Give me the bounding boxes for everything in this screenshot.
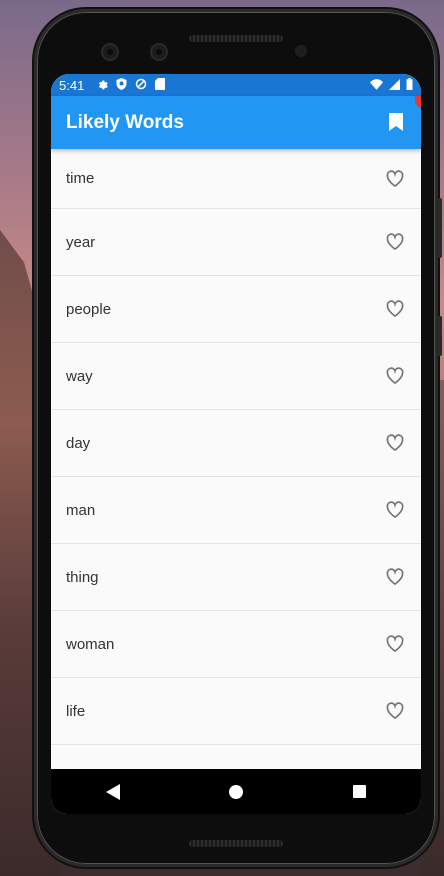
word-label: year bbox=[66, 233, 96, 251]
heart-outline-icon[interactable] bbox=[385, 366, 405, 386]
word-label: time bbox=[66, 170, 95, 187]
heart-outline-icon[interactable] bbox=[385, 567, 405, 587]
power-button bbox=[437, 316, 442, 356]
status-time: 5:41 bbox=[59, 77, 85, 93]
settings-icon bbox=[96, 78, 109, 93]
sd-card-icon bbox=[155, 77, 166, 93]
status-right-icons bbox=[370, 77, 413, 93]
navigation-bar bbox=[51, 769, 421, 814]
heart-outline-icon[interactable] bbox=[385, 232, 405, 252]
home-icon[interactable] bbox=[226, 782, 246, 802]
app-title: Likely Words bbox=[66, 111, 184, 133]
list-item[interactable]: life bbox=[51, 678, 421, 745]
proximity-sensor bbox=[295, 45, 307, 57]
list-item[interactable]: time bbox=[51, 149, 421, 209]
heart-outline-icon[interactable] bbox=[385, 169, 405, 189]
recents-icon[interactable] bbox=[349, 782, 369, 802]
word-list: time year people way day man thing woman… bbox=[51, 149, 421, 769]
bookmark-icon[interactable] bbox=[389, 112, 405, 133]
word-label: woman bbox=[66, 635, 115, 653]
word-label: man bbox=[66, 501, 96, 519]
heart-outline-icon[interactable] bbox=[385, 701, 405, 721]
list-item[interactable]: way bbox=[51, 343, 421, 410]
data-saver-icon bbox=[135, 78, 147, 93]
word-label: people bbox=[66, 300, 112, 318]
list-item[interactable]: day bbox=[51, 410, 421, 477]
app-screen: 5:41 Likely Words time year people way d… bbox=[51, 74, 421, 814]
word-label: day bbox=[66, 434, 91, 452]
wifi-icon bbox=[370, 78, 383, 93]
list-item[interactable]: woman bbox=[51, 611, 421, 678]
heart-outline-icon[interactable] bbox=[385, 634, 405, 654]
back-icon[interactable] bbox=[103, 782, 123, 802]
earpiece-speaker bbox=[189, 35, 283, 42]
heart-outline-icon[interactable] bbox=[385, 500, 405, 520]
heart-outline-icon[interactable] bbox=[385, 433, 405, 453]
front-camera-icon bbox=[101, 43, 119, 61]
battery-icon bbox=[406, 77, 413, 93]
list-item[interactable]: thing bbox=[51, 544, 421, 611]
list-item[interactable]: year bbox=[51, 209, 421, 276]
list-item[interactable]: people bbox=[51, 276, 421, 343]
shield-icon bbox=[116, 77, 127, 93]
bottom-speaker bbox=[189, 840, 283, 847]
word-label: thing bbox=[66, 568, 99, 586]
volume-button bbox=[437, 198, 442, 258]
front-camera-icon bbox=[150, 43, 168, 61]
app-bar: Likely Words bbox=[51, 96, 421, 149]
word-label: life bbox=[66, 702, 86, 720]
signal-icon bbox=[389, 78, 400, 93]
status-bar: 5:41 bbox=[51, 74, 421, 96]
heart-outline-icon[interactable] bbox=[385, 299, 405, 319]
word-label: way bbox=[66, 367, 93, 385]
list-item[interactable]: man bbox=[51, 477, 421, 544]
